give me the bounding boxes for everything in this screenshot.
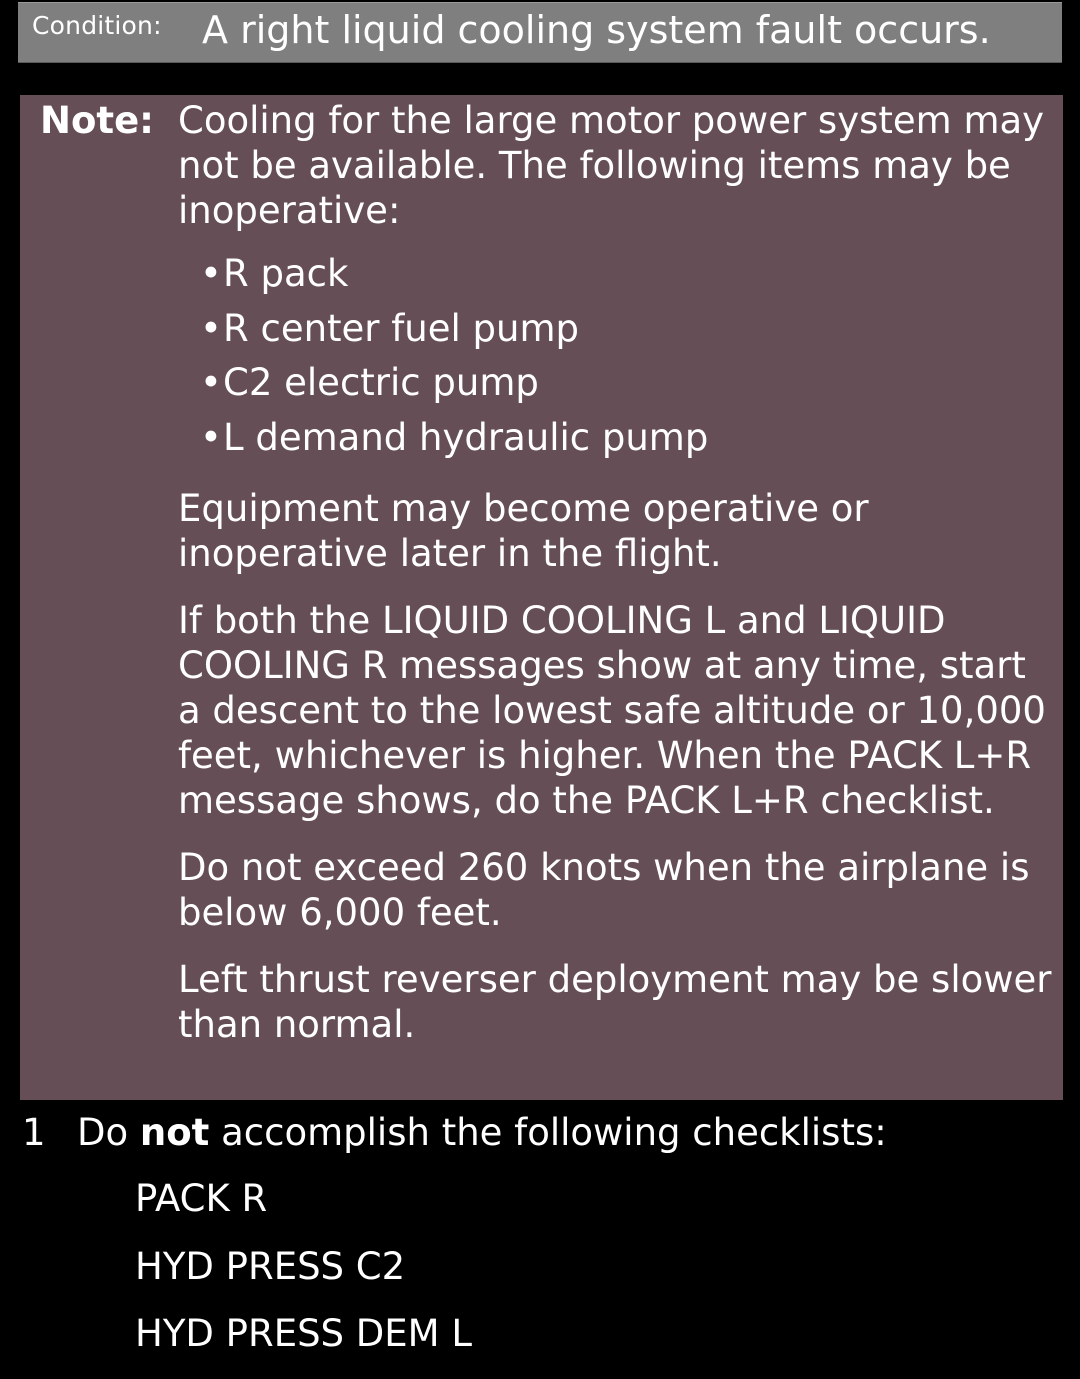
note-paragraph: Do not exceed 260 knots when the airplan… bbox=[178, 846, 1030, 934]
note-paragraph: If both the LIQUID COOLING L and LIQUID … bbox=[178, 599, 1046, 822]
step-number: 1 bbox=[22, 1111, 46, 1154]
checklist-list: PACK R HYD PRESS C2 HYD PRESS DEM L bbox=[135, 1176, 472, 1379]
note-intro: Cooling for the large motor power system… bbox=[178, 99, 1045, 232]
list-item: • L demand hydraulic pump bbox=[200, 415, 709, 459]
step-prefix: Do bbox=[77, 1111, 129, 1154]
bullet-icon: • bbox=[200, 306, 222, 350]
checklist-item-hyd-press-dem-l: HYD PRESS DEM L bbox=[135, 1312, 472, 1355]
bullet-icon: • bbox=[200, 361, 222, 404]
note-body: Cooling for the large motor power system… bbox=[178, 98, 1053, 1069]
step-1: 1 Do not accomplish the following checkli… bbox=[22, 1110, 887, 1155]
inoperative-items-list: • R pack • R center fuel pump • C2 electric… bbox=[178, 251, 1053, 469]
note-paragraph: Equipment may become operative or inoper… bbox=[178, 487, 869, 575]
bullet-icon: • bbox=[200, 252, 222, 295]
list-item: • C2 electric pump bbox=[200, 361, 539, 404]
checklist-item-hyd-press-c2: HYD PRESS C2 bbox=[135, 1244, 406, 1288]
list-item: • R pack bbox=[200, 252, 349, 295]
step-emphasis: not bbox=[139, 1111, 210, 1154]
step-suffix: accomplish the following checklists: bbox=[221, 1111, 887, 1154]
list-item: • R center fuel pump bbox=[200, 306, 580, 350]
checklist-item-pack-r: PACK R bbox=[135, 1177, 268, 1220]
condition-label: Condition: bbox=[32, 11, 162, 40]
bullet-icon: • bbox=[200, 415, 222, 459]
condition-bar: Condition: A right liquid cooling system… bbox=[18, 2, 1062, 63]
note-box: Note: Cooling for the large motor power … bbox=[20, 95, 1063, 1100]
note-label: Note: bbox=[40, 99, 154, 142]
note-paragraph: Left thrust reverser deployment may be s… bbox=[178, 958, 1052, 1046]
condition-text: A right liquid cooling system fault occu… bbox=[202, 8, 991, 52]
